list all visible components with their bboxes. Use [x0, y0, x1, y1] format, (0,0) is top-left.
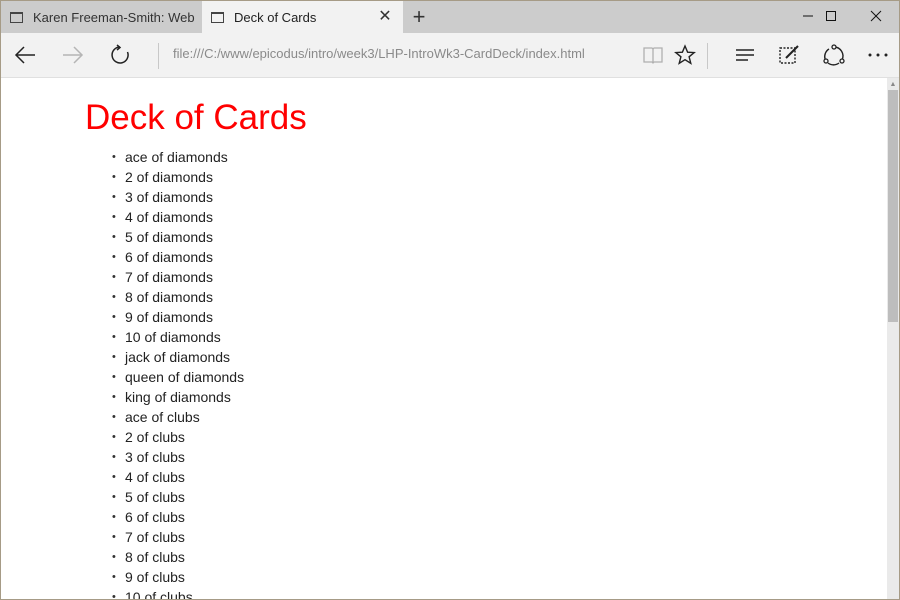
- list-item: 8 of clubs: [112, 547, 244, 567]
- list-item: 2 of clubs: [112, 427, 244, 447]
- list-item: 5 of diamonds: [112, 227, 244, 247]
- list-item: 5 of clubs: [112, 487, 244, 507]
- web-note-icon[interactable]: [775, 41, 803, 69]
- list-item: 6 of diamonds: [112, 247, 244, 267]
- page-content: Deck of Cards ace of diamonds2 of diamon…: [1, 78, 887, 599]
- vertical-scrollbar[interactable]: ▲: [887, 78, 899, 599]
- tab-title: Karen Freeman-Smith: Web: [33, 9, 195, 25]
- scroll-up-icon[interactable]: ▲: [887, 80, 899, 90]
- list-item: 10 of clubs: [112, 587, 244, 599]
- address-bar[interactable]: file:///C:/www/epicodus/intro/week3/LHP-…: [173, 46, 585, 61]
- plus-icon[interactable]: +: [407, 5, 431, 29]
- forward-arrow-icon[interactable]: [59, 41, 87, 69]
- hub-icon[interactable]: [731, 41, 759, 69]
- address-separator: [158, 43, 159, 69]
- share-icon[interactable]: [820, 41, 848, 69]
- list-item: 4 of clubs: [112, 467, 244, 487]
- page-title: Deck of Cards: [85, 98, 307, 137]
- list-item: ace of clubs: [112, 407, 244, 427]
- tab-strip: Karen Freeman-Smith: Web Deck of Cards ✕…: [1, 1, 899, 33]
- list-item: 10 of diamonds: [112, 327, 244, 347]
- scrollbar-thumb[interactable]: [888, 90, 898, 322]
- list-item: 4 of diamonds: [112, 207, 244, 227]
- address-toolbar: file:///C:/www/epicodus/intro/week3/LHP-…: [1, 33, 899, 78]
- tab-karen-freeman-smith[interactable]: Karen Freeman-Smith: Web: [1, 1, 201, 33]
- tab-title: Deck of Cards: [234, 9, 317, 25]
- browser-window: Karen Freeman-Smith: Web Deck of Cards ✕…: [0, 0, 900, 600]
- tab-deck-of-cards[interactable]: Deck of Cards ✕: [202, 1, 403, 33]
- list-item: 7 of diamonds: [112, 267, 244, 287]
- maximize-icon[interactable]: [808, 1, 854, 33]
- list-item: 9 of clubs: [112, 567, 244, 587]
- list-item: 2 of diamonds: [112, 167, 244, 187]
- list-item: 9 of diamonds: [112, 307, 244, 327]
- list-item: jack of diamonds: [112, 347, 244, 367]
- close-icon[interactable]: [853, 1, 899, 33]
- list-item: 8 of diamonds: [112, 287, 244, 307]
- page-icon: [211, 11, 224, 23]
- favorite-star-icon[interactable]: [671, 41, 699, 69]
- toolbar-separator: [707, 43, 708, 69]
- tab-close-icon[interactable]: ✕: [375, 7, 395, 27]
- list-item: 3 of clubs: [112, 447, 244, 467]
- page-icon: [10, 11, 23, 23]
- card-list: ace of diamonds2 of diamonds3 of diamond…: [85, 147, 244, 599]
- list-item: 6 of clubs: [112, 507, 244, 527]
- list-item: king of diamonds: [112, 387, 244, 407]
- list-item: 3 of diamonds: [112, 187, 244, 207]
- refresh-icon[interactable]: [106, 41, 134, 69]
- reading-view-icon[interactable]: [639, 41, 667, 69]
- list-item: 7 of clubs: [112, 527, 244, 547]
- back-arrow-icon[interactable]: [11, 41, 39, 69]
- list-item: queen of diamonds: [112, 367, 244, 387]
- list-item: ace of diamonds: [112, 147, 244, 167]
- more-icon[interactable]: [864, 41, 892, 69]
